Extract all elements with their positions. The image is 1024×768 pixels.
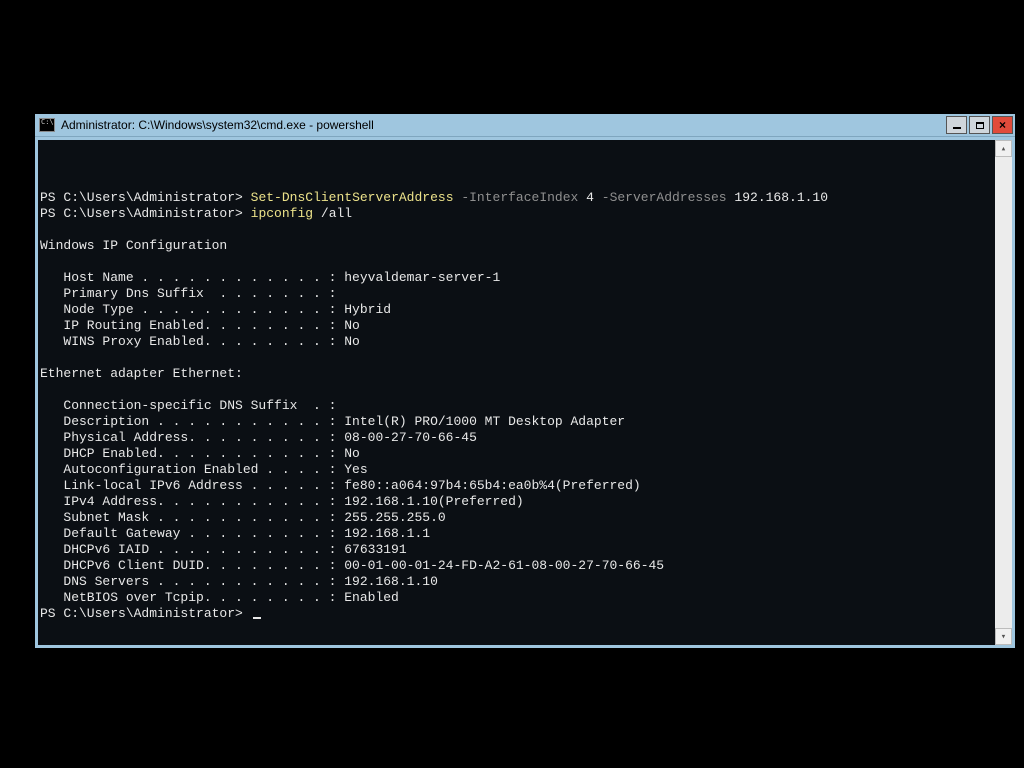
- ps-line-2: PS C:\Users\Administrator> ipconfig /all: [40, 206, 352, 221]
- dhcpv6-duid-line: DHCPv6 Client DUID. . . . . . . . : 00-0…: [40, 558, 664, 573]
- ipv4-address-line: IPv4 Address. . . . . . . . . . . : 192.…: [40, 494, 524, 509]
- blank-line: [40, 254, 48, 269]
- subnet-mask-line: Subnet Mask . . . . . . . . . . . : 255.…: [40, 510, 446, 525]
- ip-routing-line: IP Routing Enabled. . . . . . . . : No: [40, 318, 360, 333]
- scroll-up-button[interactable]: ▴: [995, 140, 1012, 157]
- blank-line: [40, 350, 48, 365]
- conn-dns-suffix-line: Connection-specific DNS Suffix . :: [40, 398, 336, 413]
- blank-line: [40, 174, 48, 189]
- cursor-icon: [253, 617, 261, 619]
- node-type-line: Node Type . . . . . . . . . . . . : Hybr…: [40, 302, 391, 317]
- maximize-button[interactable]: [969, 116, 990, 134]
- close-button[interactable]: ×: [992, 116, 1013, 134]
- window-title: Administrator: C:\Windows\system32\cmd.e…: [61, 118, 944, 132]
- terminal-output[interactable]: PS C:\Users\Administrator> Set-DnsClient…: [38, 140, 995, 645]
- cmd-window: Administrator: C:\Windows\system32\cmd.e…: [34, 113, 1016, 649]
- section-header: Ethernet adapter Ethernet:: [40, 366, 243, 381]
- minimize-button[interactable]: [946, 116, 967, 134]
- cmd-icon: [39, 118, 55, 132]
- primary-dns-suffix-line: Primary Dns Suffix . . . . . . . :: [40, 286, 336, 301]
- dns-servers-line: DNS Servers . . . . . . . . . . . : 192.…: [40, 574, 438, 589]
- link-local-ipv6-line: Link-local IPv6 Address . . . . . : fe80…: [40, 478, 641, 493]
- scroll-track[interactable]: [995, 157, 1012, 628]
- description-line: Description . . . . . . . . . . . : Inte…: [40, 414, 625, 429]
- titlebar[interactable]: Administrator: C:\Windows\system32\cmd.e…: [35, 114, 1015, 137]
- hostname-line: Host Name . . . . . . . . . . . . : heyv…: [40, 270, 500, 285]
- client-area: PS C:\Users\Administrator> Set-DnsClient…: [38, 140, 1012, 645]
- blank-line: [40, 158, 48, 173]
- autoconfiguration-line: Autoconfiguration Enabled . . . . : Yes: [40, 462, 368, 477]
- scroll-down-button[interactable]: ▾: [995, 628, 1012, 645]
- dhcpv6-iaid-line: DHCPv6 IAID . . . . . . . . . . . : 6763…: [40, 542, 407, 557]
- netbios-line: NetBIOS over Tcpip. . . . . . . . : Enab…: [40, 590, 399, 605]
- ps-prompt-idle: PS C:\Users\Administrator>: [40, 606, 261, 621]
- ps-line-1: PS C:\Users\Administrator> Set-DnsClient…: [40, 190, 828, 205]
- scrollbar[interactable]: ▴ ▾: [995, 140, 1012, 645]
- wins-proxy-line: WINS Proxy Enabled. . . . . . . . : No: [40, 334, 360, 349]
- dhcp-enabled-line: DHCP Enabled. . . . . . . . . . . : No: [40, 446, 360, 461]
- blank-line: [40, 382, 48, 397]
- section-header: Windows IP Configuration: [40, 238, 227, 253]
- physical-address-line: Physical Address. . . . . . . . . : 08-0…: [40, 430, 477, 445]
- default-gateway-line: Default Gateway . . . . . . . . . : 192.…: [40, 526, 430, 541]
- blank-line: [40, 222, 48, 237]
